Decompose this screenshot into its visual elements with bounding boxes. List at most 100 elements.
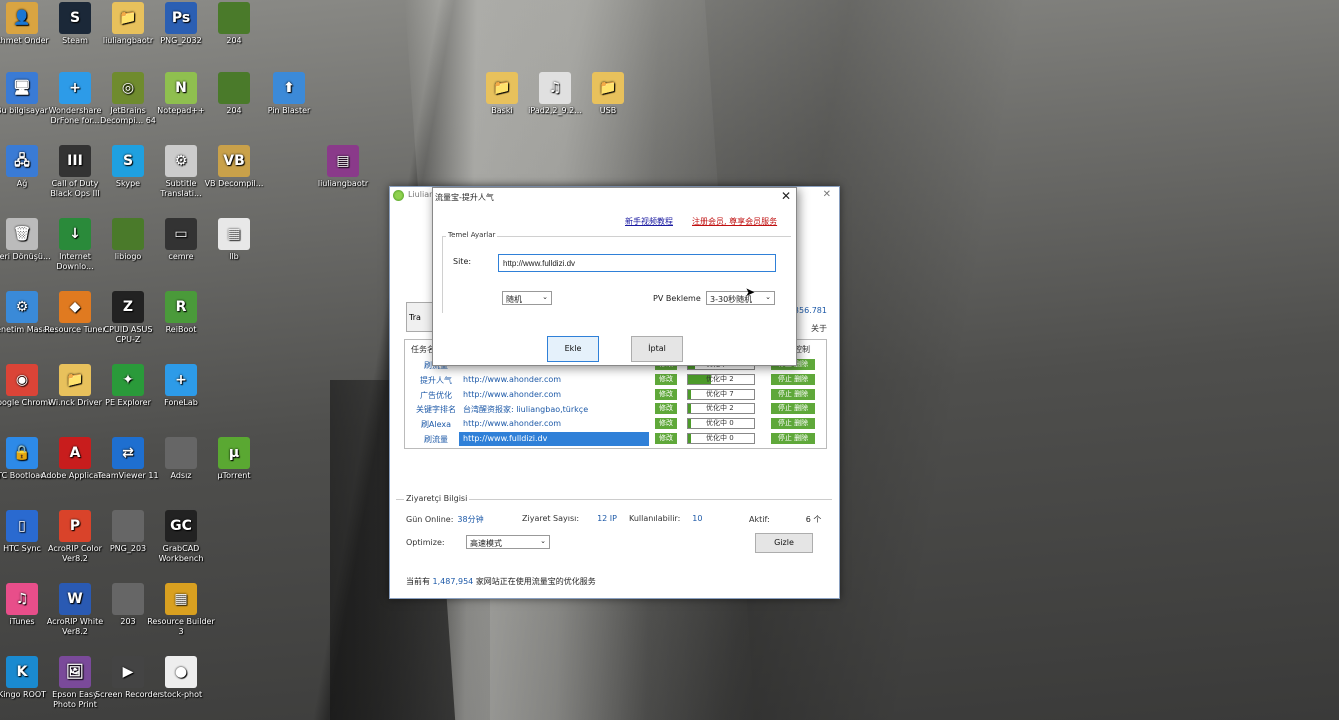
task-url: http://www.fulldizi.dv [459,432,649,446]
desktop-icon-label: liuliangbaotr [317,179,369,188]
desktop-icon[interactable]: µ µTorrent [199,437,269,491]
app-icon: ⚙ [165,145,197,177]
desktop-icon-label: stock-phot [159,690,203,699]
desktop-icon[interactable]: ▦ llb [199,218,269,272]
app-icon: ● [165,656,197,688]
app-icon: ♫ [539,72,571,104]
modify-button[interactable]: 修改 [655,418,677,430]
chevron-down-icon: ⌄ [765,293,771,301]
progress-fill [688,404,692,414]
app-icon: 📁 [592,72,624,104]
footer-note: 当前有 1,487,954 家网站正在使用流量宝的优化服务 [406,576,596,587]
online-label: Gün Online: [406,515,454,524]
cancel-button[interactable]: İptal [631,336,683,362]
desktop-icon[interactable]: ⬆ Pin Blaster [254,72,324,126]
dialog-close-icon[interactable]: ✕ [781,189,791,203]
progress-label: 优化中 2 [706,374,734,383]
modify-button[interactable]: 修改 [655,373,677,385]
close-icon[interactable]: ✕ [823,189,831,200]
tutorial-link[interactable]: 新手视频教程 [625,216,673,227]
app-icon: ◎ [112,72,144,104]
task-row[interactable]: 广告优化 http://www.ahonder.com 修改 优化中 7 停止 删除 [405,388,826,402]
desktop-icon[interactable]: ▤ liuliangbaotr [308,145,378,199]
footer-suffix: 家网站正在使用流量宝的优化服务 [475,577,596,586]
desktop-icon[interactable]: GC GrabCAD Workbench [146,510,216,564]
task-url: http://www.ahonder.com [463,374,562,384]
stop-delete-buttons[interactable]: 停止 删除 [771,418,815,430]
modify-button[interactable]: 修改 [655,388,677,400]
app-icon: ✦ [112,364,144,396]
stop-delete-buttons[interactable]: 停止 删除 [771,403,815,415]
app-icon: 🖧 [6,145,38,177]
task-name: 提升人气 [420,375,452,385]
site-label: Site: [453,257,472,266]
desktop-icon[interactable]: VB VB Decompil... [199,145,269,199]
modify-button[interactable]: 修改 [655,433,677,444]
random-select[interactable]: 随机 ⌄ [502,291,552,305]
stop-delete-buttons[interactable]: 停止 删除 [771,373,815,385]
desktop-icon-label: GrabCAD Workbench [158,544,204,563]
progress-status: 优化中 0 [687,433,755,444]
desktop-icon-label: FoneLab [164,398,198,407]
desktop-icon[interactable]: 204 [199,2,269,56]
register-link[interactable]: 注册会员, 尊享会员服务 [692,216,777,227]
about-link[interactable]: 关于 [811,323,827,334]
add-button[interactable]: Ekle [547,336,599,362]
app-icon: 🗑 [6,218,38,250]
desktop-icon-label: VB Decompil... [204,179,264,188]
stat-number: 356.781 [793,306,827,315]
app-icon [112,218,144,250]
desktop-icon[interactable]: R ReiBoot [146,291,216,345]
app-icon: + [165,364,197,396]
app-icon: 🖥 [6,72,38,104]
app-icon: ◆ [59,291,91,323]
app-icon: III [59,145,91,177]
footer-number: 1,487,954 [432,577,474,586]
desktop-icon-label: USB [599,106,617,115]
app-icon: ↓ [59,218,91,250]
app-icon: ⇄ [112,437,144,469]
task-row[interactable]: 提升人气 http://www.ahonder.com 修改 优化中 2 停止 删除 [405,373,826,387]
task-url: http://www.ahonder.com [463,389,562,399]
app-icon: P [59,510,91,542]
desktop-icon[interactable]: + FoneLab [146,364,216,418]
stop-delete-buttons[interactable]: 停止 删除 [771,388,815,400]
task-row[interactable]: 刷流量 http://www.fulldizi.dv 修改 优化中 0 停止 删除 [405,432,826,446]
footer-prefix: 当前有 [406,577,430,586]
task-row[interactable]: 关键字排名 台湾醒资报家: liuliangbao,türkçe 修改 优化中 2 停止… [405,402,826,416]
pv-wait-select[interactable]: 3-30秒随机 ⌄ [706,291,775,305]
hide-button[interactable]: Gizle [755,533,813,553]
desktop-icon[interactable]: 📁 USB [573,72,643,126]
progress-status: 优化中 2 [687,373,755,385]
visits-value: 12 IP [597,514,617,523]
app-icon: 👤 [6,2,38,34]
task-name: 刷Alexa [420,420,452,430]
site-input[interactable] [498,254,776,272]
visitor-info-panel: Ziyaretçi Bilgisi Gün Online: 38分钟 Ziyare… [396,494,832,578]
task-name: 广告优化 [420,390,452,400]
mouse-cursor-icon: ➤ [745,285,756,299]
app-icon: 📁 [486,72,518,104]
modify-button[interactable]: 修改 [655,403,677,415]
desktop-icon[interactable]: ▦ Resource Builder 3 [146,583,216,637]
desktop-icon-label: Resource Builder 3 [147,617,215,636]
app-icon: ▭ [165,218,197,250]
desktop-icon-label: 204 [226,36,242,45]
optimize-select[interactable]: 高速模式 ⌄ [466,535,550,549]
app-icon: A [59,437,91,469]
online-value: 38分钟 [457,515,484,524]
visits-label: Ziyaret Sayısı: [522,514,580,523]
app-icon [218,2,250,34]
visits-stat: Ziyaret Sayısı: 12 IP [522,514,617,523]
task-row[interactable]: 刷Alexa http://www.ahonder.com 修改 优化中 0 停止 删除 [405,417,826,431]
stop-delete-buttons[interactable]: 停止 删除 [771,433,815,444]
app-icon: ⚙ [6,291,38,323]
available-stat: Kullanılabilir: 10 [629,514,702,523]
app-icon: ◉ [6,364,38,396]
app-icon: ⬆ [273,72,305,104]
desktop-icon-label: Pin Blaster [267,106,311,115]
app-icon: W [59,583,91,615]
app-icon: N [165,72,197,104]
app-icon: K [6,656,38,688]
desktop-icon[interactable]: ● stock-phot [146,656,216,710]
